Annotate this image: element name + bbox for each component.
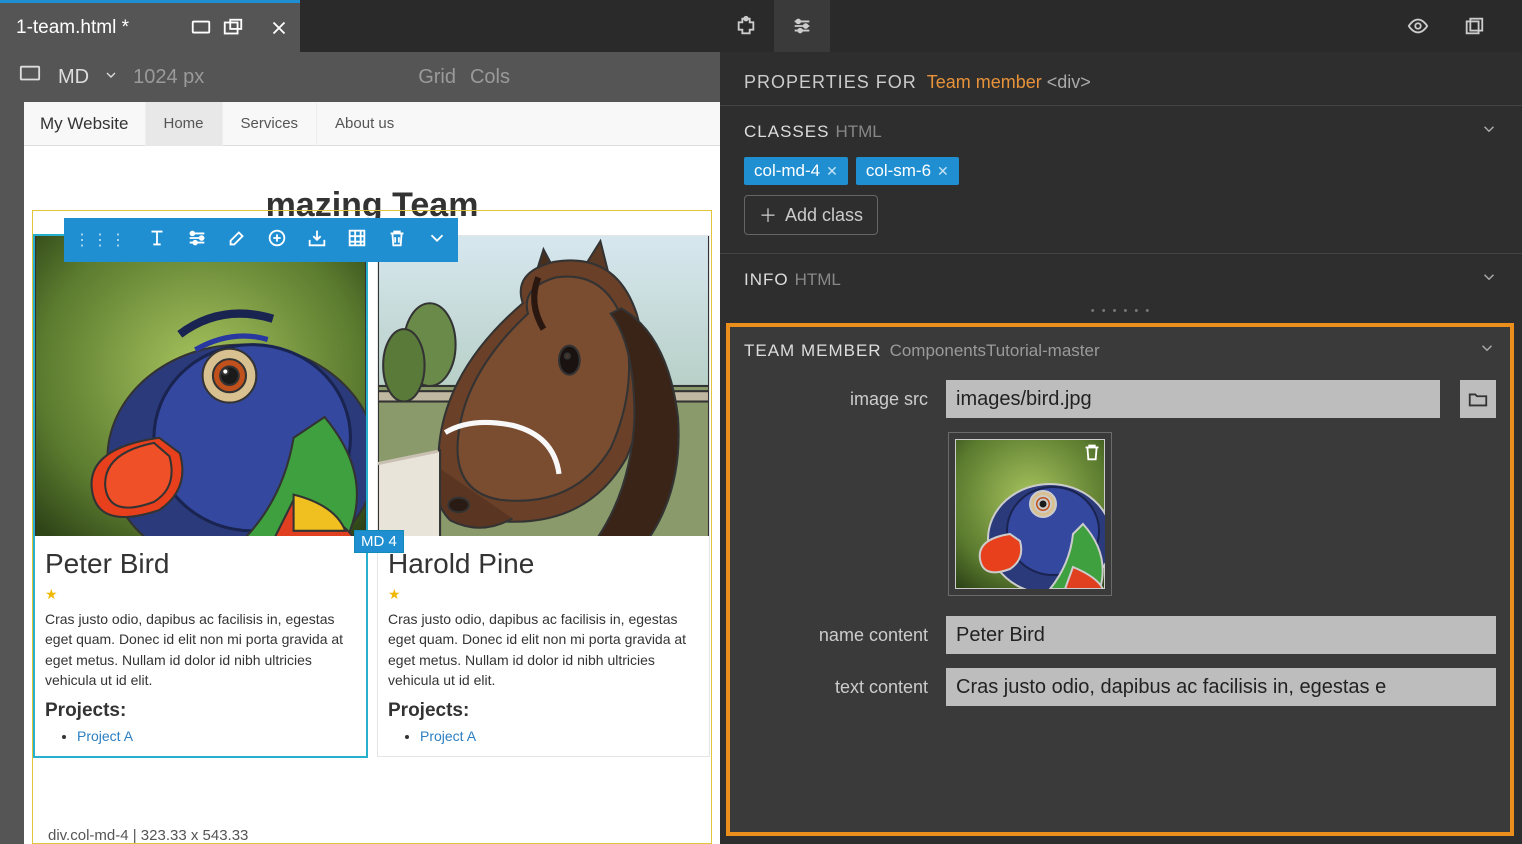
team-member-column-1[interactable]: Peter Bird ★ Cras justo odio, dapibus ac… [34, 235, 367, 757]
image-thumbnail[interactable] [948, 432, 1112, 596]
puzzle-icon[interactable] [718, 0, 774, 52]
properties-for-label: PROPERTIES FOR [744, 72, 917, 92]
nav-services[interactable]: Services [222, 102, 317, 146]
brush-icon[interactable] [226, 227, 248, 254]
insert-icon[interactable] [306, 227, 328, 254]
team-member-sub: ComponentsTutorial-master [890, 341, 1100, 361]
panel-divider-handle[interactable]: • • • • • • [720, 305, 1522, 319]
class-chip[interactable]: col-md-4✕ [744, 157, 848, 185]
breakpoint-label[interactable]: MD [58, 66, 89, 89]
element-tag: <div> [1047, 72, 1091, 92]
text-content-input[interactable] [946, 668, 1496, 706]
name-content-label: name content [744, 625, 928, 646]
grid-toggle[interactable]: Grid [418, 66, 456, 89]
text-content-label: text content [744, 677, 928, 698]
plus-icon: ＋ [759, 202, 777, 228]
element-breadcrumb: div.col-md-4 | 323.33 x 543.33 [48, 827, 248, 844]
classes-sub: HTML [835, 122, 881, 142]
class-chip[interactable]: col-sm-6✕ [856, 157, 959, 185]
classes-section-header[interactable]: CLASSES HTML [720, 106, 1522, 157]
settings-panel-icon[interactable] [774, 0, 830, 52]
project-link[interactable]: Project A [77, 728, 133, 744]
image-src-input[interactable] [946, 380, 1440, 418]
name-content-input[interactable] [946, 616, 1496, 654]
device-icon[interactable] [190, 17, 212, 39]
projects-heading[interactable]: Projects: [45, 700, 356, 722]
star-icon: ★ [388, 586, 699, 603]
eye-icon[interactable] [1390, 0, 1446, 52]
maximize-icon[interactable] [1446, 0, 1502, 52]
team-member-column-2[interactable]: Harold Pine ★ Cras justo odio, dapibus a… [377, 235, 710, 757]
remove-class-icon[interactable]: ✕ [937, 163, 949, 180]
team-member-component-section: TEAM MEMBER ComponentsTutorial-master im… [726, 323, 1514, 836]
chevron-down-icon[interactable] [426, 227, 448, 254]
team-member-text[interactable]: Cras justo odio, dapibus ac facilisis in… [388, 609, 699, 690]
device-outline-icon [16, 63, 44, 91]
add-circle-icon[interactable] [266, 227, 288, 254]
element-name: Team member [927, 72, 1042, 92]
nav-home[interactable]: Home [145, 102, 222, 146]
info-section-header[interactable]: INFO HTML [720, 254, 1522, 305]
classes-title: CLASSES [744, 122, 829, 142]
nav-about[interactable]: About us [316, 102, 412, 146]
site-brand[interactable]: My Website [24, 114, 145, 134]
info-title: INFO [744, 270, 789, 290]
browse-folder-button[interactable] [1460, 380, 1496, 418]
delete-image-icon[interactable] [1081, 441, 1103, 468]
design-canvas[interactable]: My Website Home Services About us ⋮⋮⋮ [24, 102, 720, 844]
team-member-text[interactable]: Cras justo odio, dapibus ac facilisis in… [45, 609, 356, 690]
image-src-label: image src [744, 389, 928, 410]
text-tool-icon[interactable] [146, 227, 168, 254]
title-bar: 1-team.html * [0, 0, 1522, 52]
team-member-section-header[interactable]: TEAM MEMBER ComponentsTutorial-master [744, 339, 1496, 362]
project-link[interactable]: Project A [420, 728, 476, 744]
properties-panel: PROPERTIES FOR Team member <div> CLASSES… [720, 52, 1522, 844]
trash-icon[interactable] [386, 227, 408, 254]
editor-panel: MD 1024 px Grid Cols My Website Home Ser… [0, 52, 720, 844]
sliders-icon[interactable] [186, 227, 208, 254]
projects-heading[interactable]: Projects: [388, 700, 699, 722]
team-member-name[interactable]: Peter Bird [45, 548, 356, 580]
list-item: Project A [420, 728, 699, 744]
px-label: 1024 px [133, 66, 204, 89]
element-toolbar[interactable]: ⋮⋮⋮ [64, 218, 458, 262]
file-tab[interactable]: 1-team.html * [0, 0, 300, 52]
chevron-down-icon[interactable] [1480, 268, 1498, 291]
remove-class-icon[interactable]: ✕ [826, 163, 838, 180]
close-icon[interactable] [268, 17, 290, 39]
info-sub: HTML [795, 270, 841, 290]
properties-header: PROPERTIES FOR Team member <div> [720, 52, 1522, 105]
drag-handle-icon[interactable]: ⋮⋮⋮ [74, 230, 128, 250]
add-class-button[interactable]: ＋Add class [744, 195, 878, 235]
team-member-title: TEAM MEMBER [744, 341, 882, 361]
size-bar: MD 1024 px Grid Cols [0, 52, 720, 102]
grid-icon[interactable] [346, 227, 368, 254]
team-member-name[interactable]: Harold Pine [388, 548, 699, 580]
team-member-image-horse [378, 236, 709, 536]
site-nav: My Website Home Services About us [24, 102, 720, 146]
star-icon: ★ [45, 586, 356, 603]
list-item: Project A [77, 728, 356, 744]
chevron-down-icon[interactable] [1478, 339, 1496, 362]
chevron-down-icon[interactable] [1480, 120, 1498, 143]
team-member-image-bird [35, 236, 366, 536]
new-window-icon[interactable] [222, 17, 244, 39]
cols-toggle[interactable]: Cols [470, 66, 510, 89]
column-size-tag[interactable]: MD 4 [354, 530, 404, 553]
tab-filename: 1-team.html * [16, 17, 180, 39]
chevron-down-icon[interactable] [103, 66, 119, 89]
